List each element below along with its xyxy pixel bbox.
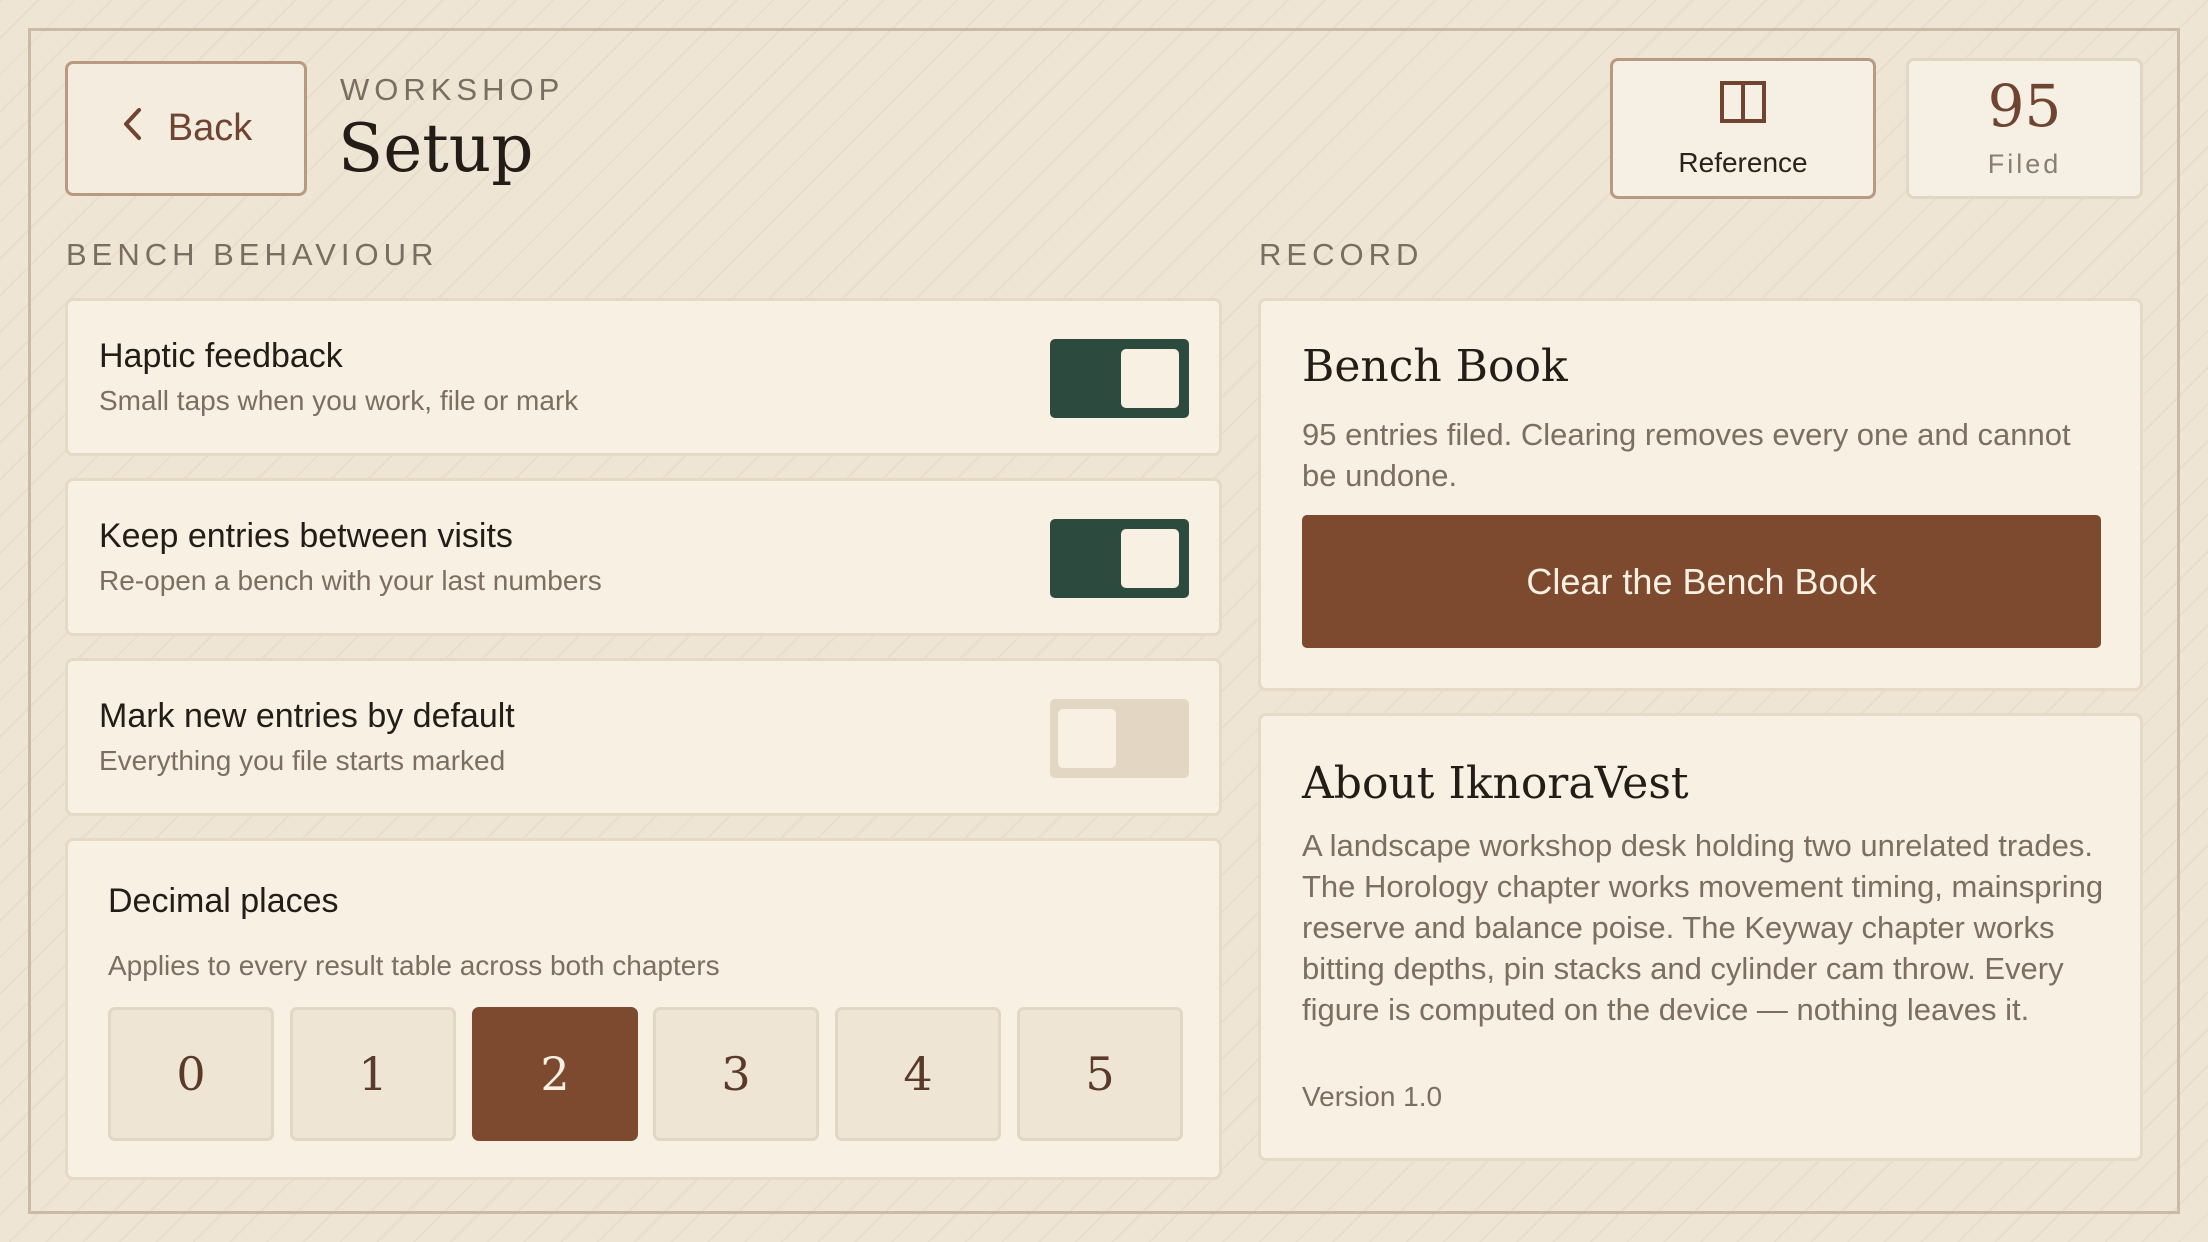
filed-count: 95 — [1987, 72, 2062, 140]
page-title: Setup — [338, 110, 534, 187]
back-button[interactable]: Back — [65, 61, 307, 196]
decimal-option-0[interactable]: 0 — [108, 1007, 274, 1141]
section-label-bench: BENCH BEHAVIOUR — [66, 237, 439, 272]
setting-subtitle: Small taps when you work, file or mark — [99, 385, 579, 416]
setting-row-mark-default: Mark new entries by default Everything y… — [65, 658, 1222, 816]
book-open-icon — [1719, 78, 1767, 133]
about-card: About IknoraVest A landscape workshop de… — [1258, 713, 2143, 1161]
decimal-title: Decimal places — [108, 882, 339, 920]
about-text: A landscape workshop desk holding two un… — [1302, 828, 2104, 1027]
decimal-option-2-selected[interactable]: 2 — [472, 1007, 638, 1141]
mark-default-toggle[interactable] — [1050, 699, 1189, 778]
decimal-places-card: Decimal places Applies to every result t… — [65, 838, 1222, 1180]
setting-subtitle: Re-open a bench with your last numbers — [99, 565, 602, 596]
chevron-left-icon — [120, 106, 146, 152]
bench-book-title: Bench Book — [1302, 341, 1568, 392]
decimal-option-4[interactable]: 4 — [835, 1007, 1001, 1141]
bench-book-text: 95 entries filed. Clearing removes every… — [1302, 417, 2071, 493]
setting-title: Keep entries between visits — [99, 517, 513, 555]
setting-row-keep-entries: Keep entries between visits Re-open a be… — [65, 478, 1222, 636]
filed-counter: 95 Filed — [1906, 58, 2143, 199]
decimal-subtitle: Applies to every result table across bot… — [108, 950, 720, 981]
setting-row-haptic: Haptic feedback Small taps when you work… — [65, 298, 1222, 456]
setting-title: Mark new entries by default — [99, 697, 515, 735]
decimal-option-5[interactable]: 5 — [1017, 1007, 1183, 1141]
page-eyebrow: WORKSHOP — [340, 72, 565, 107]
filed-label: Filed — [1987, 149, 2062, 179]
haptic-toggle[interactable] — [1050, 339, 1189, 418]
bench-book-card: Bench Book 95 entries filed. Clearing re… — [1258, 298, 2143, 691]
reference-button-label: Reference — [1678, 147, 1808, 178]
toggle-knob — [1121, 529, 1179, 588]
reference-button[interactable]: Reference — [1610, 58, 1876, 199]
decimal-option-3[interactable]: 3 — [653, 1007, 819, 1141]
toggle-knob — [1058, 709, 1116, 768]
clear-bench-book-button[interactable]: Clear the Bench Book — [1302, 515, 2101, 648]
setting-title: Haptic feedback — [99, 337, 343, 375]
about-title: About IknoraVest — [1302, 758, 1689, 809]
keep-entries-toggle[interactable] — [1050, 519, 1189, 598]
setting-subtitle: Everything you file starts marked — [99, 745, 506, 776]
back-button-label: Back — [167, 107, 253, 149]
version-label: Version 1.0 — [1302, 1081, 1443, 1112]
section-label-record: RECORD — [1259, 237, 1424, 272]
toggle-knob — [1121, 349, 1179, 408]
decimal-option-1[interactable]: 1 — [290, 1007, 456, 1141]
